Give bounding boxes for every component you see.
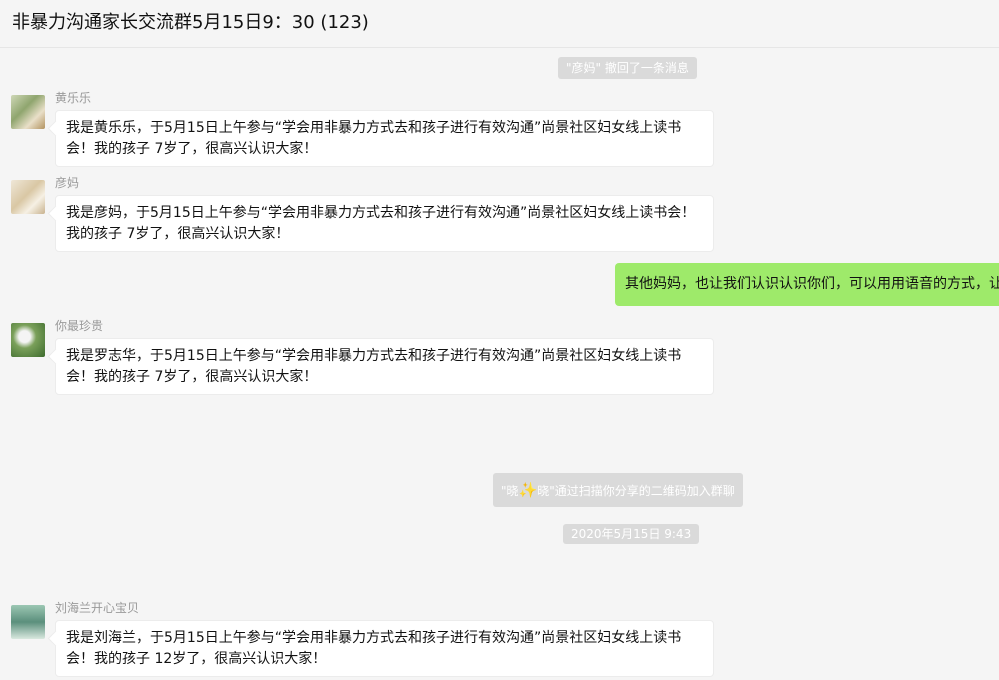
message-bubble[interactable]: 我是刘海兰，于5月15日上午参与“学会用非暴力方式去和孩子进行有效沟通”尚景社区…	[55, 620, 714, 677]
join-notice-prefix: "晓	[501, 484, 519, 498]
message-bubble[interactable]: 我是罗志华，于5月15日上午参与“学会用非暴力方式去和孩子进行有效沟通”尚景社区…	[55, 338, 714, 395]
sender-name: 你最珍贵	[55, 319, 104, 333]
avatar[interactable]	[11, 605, 45, 639]
avatar[interactable]	[11, 95, 45, 129]
join-notice: "晓✨晓"通过扫描你分享的二维码加入群聊	[493, 473, 743, 507]
avatar[interactable]	[11, 180, 45, 214]
sender-name: 黄乐乐	[55, 91, 92, 105]
chat-header: 非暴力沟通家长交流群5月15日9：30 (123)	[0, 0, 999, 48]
timestamp-notice: 2020年5月15日 9:43	[563, 524, 700, 544]
avatar[interactable]	[11, 323, 45, 357]
sender-name: 彦妈	[55, 176, 80, 190]
sparkle-icon: ✨	[518, 481, 538, 499]
message-bubble[interactable]: 我是彦妈，于5月15日上午参与“学会用非暴力方式去和孩子进行有效沟通”尚景社区妇…	[55, 195, 714, 252]
sender-name: 刘海兰开心宝贝	[55, 601, 140, 615]
chat-title: 非暴力沟通家长交流群5月15日9：30 (123)	[12, 12, 369, 33]
join-notice-suffix: 晓"通过扫描你分享的二维码加入群聊	[537, 484, 735, 498]
recall-notice: "彦妈" 撤回了一条消息	[558, 57, 697, 79]
my-message-bubble[interactable]: 其他妈妈，也让我们认识认识你们，可以用用语音的方式，让	[615, 263, 999, 306]
message-bubble[interactable]: 我是黄乐乐，于5月15日上午参与“学会用非暴力方式去和孩子进行有效沟通”尚景社区…	[55, 110, 714, 167]
